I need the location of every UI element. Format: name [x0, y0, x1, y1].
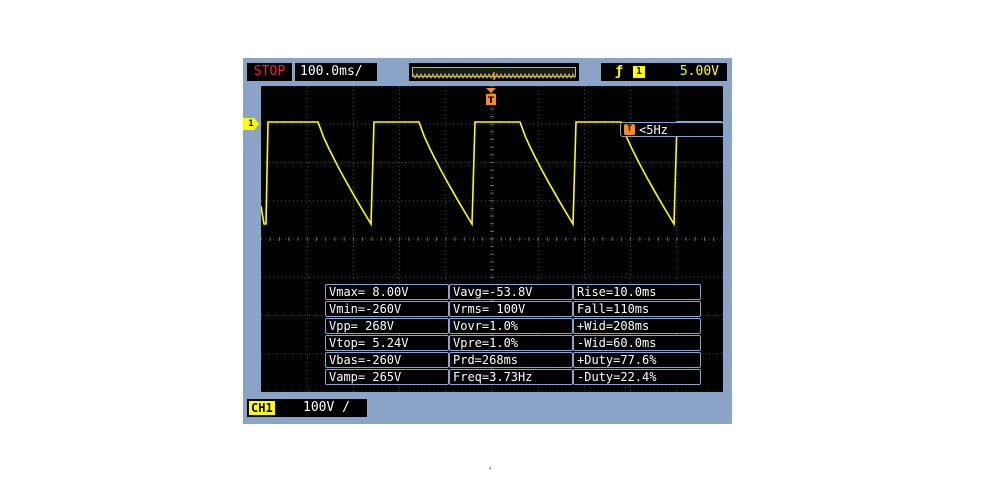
- stray-mark: ': [487, 466, 494, 477]
- run-stop-status[interactable]: STOP: [247, 63, 292, 81]
- trigger-level: 5.00V: [679, 64, 719, 79]
- ch1-label[interactable]: CH1: [249, 401, 275, 415]
- timebase-readout[interactable]: 100.0ms/: [295, 63, 377, 81]
- memory-bar-waveform: [412, 72, 576, 80]
- trigger-position-icon[interactable]: T: [486, 88, 496, 106]
- trigger-frequency: <5Hz: [639, 123, 668, 137]
- measurement-cell: +Wid=208ms: [573, 318, 701, 334]
- measurement-cell: Vovr=1.0%: [449, 318, 573, 334]
- measurement-cell: Rise=10.0ms: [573, 284, 701, 300]
- rising-edge-icon: ƒ: [615, 64, 623, 79]
- trigger-position-label: T: [488, 96, 495, 106]
- memory-bar: [409, 63, 579, 81]
- measurement-cell: Vamp= 265V: [325, 369, 449, 385]
- trigger-freq-icon: T: [624, 124, 635, 135]
- ch1-ground-marker[interactable]: 1: [243, 118, 259, 130]
- measurement-row: Vbas=-260V Prd=268ms +Duty=77.6%: [325, 352, 701, 368]
- measurement-table: Vmax= 8.00V Vavg=-53.8V Rise=10.0ms Vmin=-2…: [325, 284, 701, 386]
- measurement-row: Vamp= 265V Freq=3.73Hz -Duty=22.4%: [325, 369, 701, 385]
- measurement-cell: -Duty=22.4%: [573, 369, 701, 385]
- memory-bar-window: [412, 67, 576, 80]
- measurement-cell: Freq=3.73Hz: [449, 369, 573, 385]
- trigger-source-badge: 1: [633, 66, 645, 78]
- measurement-cell: Vmax= 8.00V: [325, 284, 449, 300]
- measurement-cell: Vbas=-260V: [325, 352, 449, 368]
- measurement-cell: Fall=110ms: [573, 301, 701, 317]
- ch1-vertical-scale[interactable]: 100V /: [303, 399, 350, 417]
- measurement-cell: -Wid=60.0ms: [573, 335, 701, 351]
- trigger-frequency-box: T <5Hz: [620, 122, 723, 137]
- measurement-row: Vmin=-260V Vrms= 100V Fall=110ms: [325, 301, 701, 317]
- measurement-cell: Vtop= 5.24V: [325, 335, 449, 351]
- measurement-row: Vpp= 268V Vovr=1.0% +Wid=208ms: [325, 318, 701, 334]
- oscilloscope-display: STOP 100.0ms/ ƒ 1 5.00V T <5Hz Vmax= 8.0…: [243, 58, 732, 424]
- waveform-screen: T <5Hz Vmax= 8.00V Vavg=-53.8V Rise=10.0ms…: [261, 86, 723, 392]
- measurement-cell: Vpre=1.0%: [449, 335, 573, 351]
- measurement-cell: +Duty=77.6%: [573, 352, 701, 368]
- measurement-cell: Vpp= 268V: [325, 318, 449, 334]
- measurement-row: Vtop= 5.24V Vpre=1.0% -Wid=60.0ms: [325, 335, 701, 351]
- channel-status-bar: CH1 100V /: [247, 399, 367, 417]
- measurement-row: Vmax= 8.00V Vavg=-53.8V Rise=10.0ms: [325, 284, 701, 300]
- measurement-cell: Vmin=-260V: [325, 301, 449, 317]
- trigger-readout[interactable]: ƒ 1 5.00V: [601, 63, 727, 81]
- measurement-cell: Prd=268ms: [449, 352, 573, 368]
- measurement-cell: Vrms= 100V: [449, 301, 573, 317]
- measurement-cell: Vavg=-53.8V: [449, 284, 573, 300]
